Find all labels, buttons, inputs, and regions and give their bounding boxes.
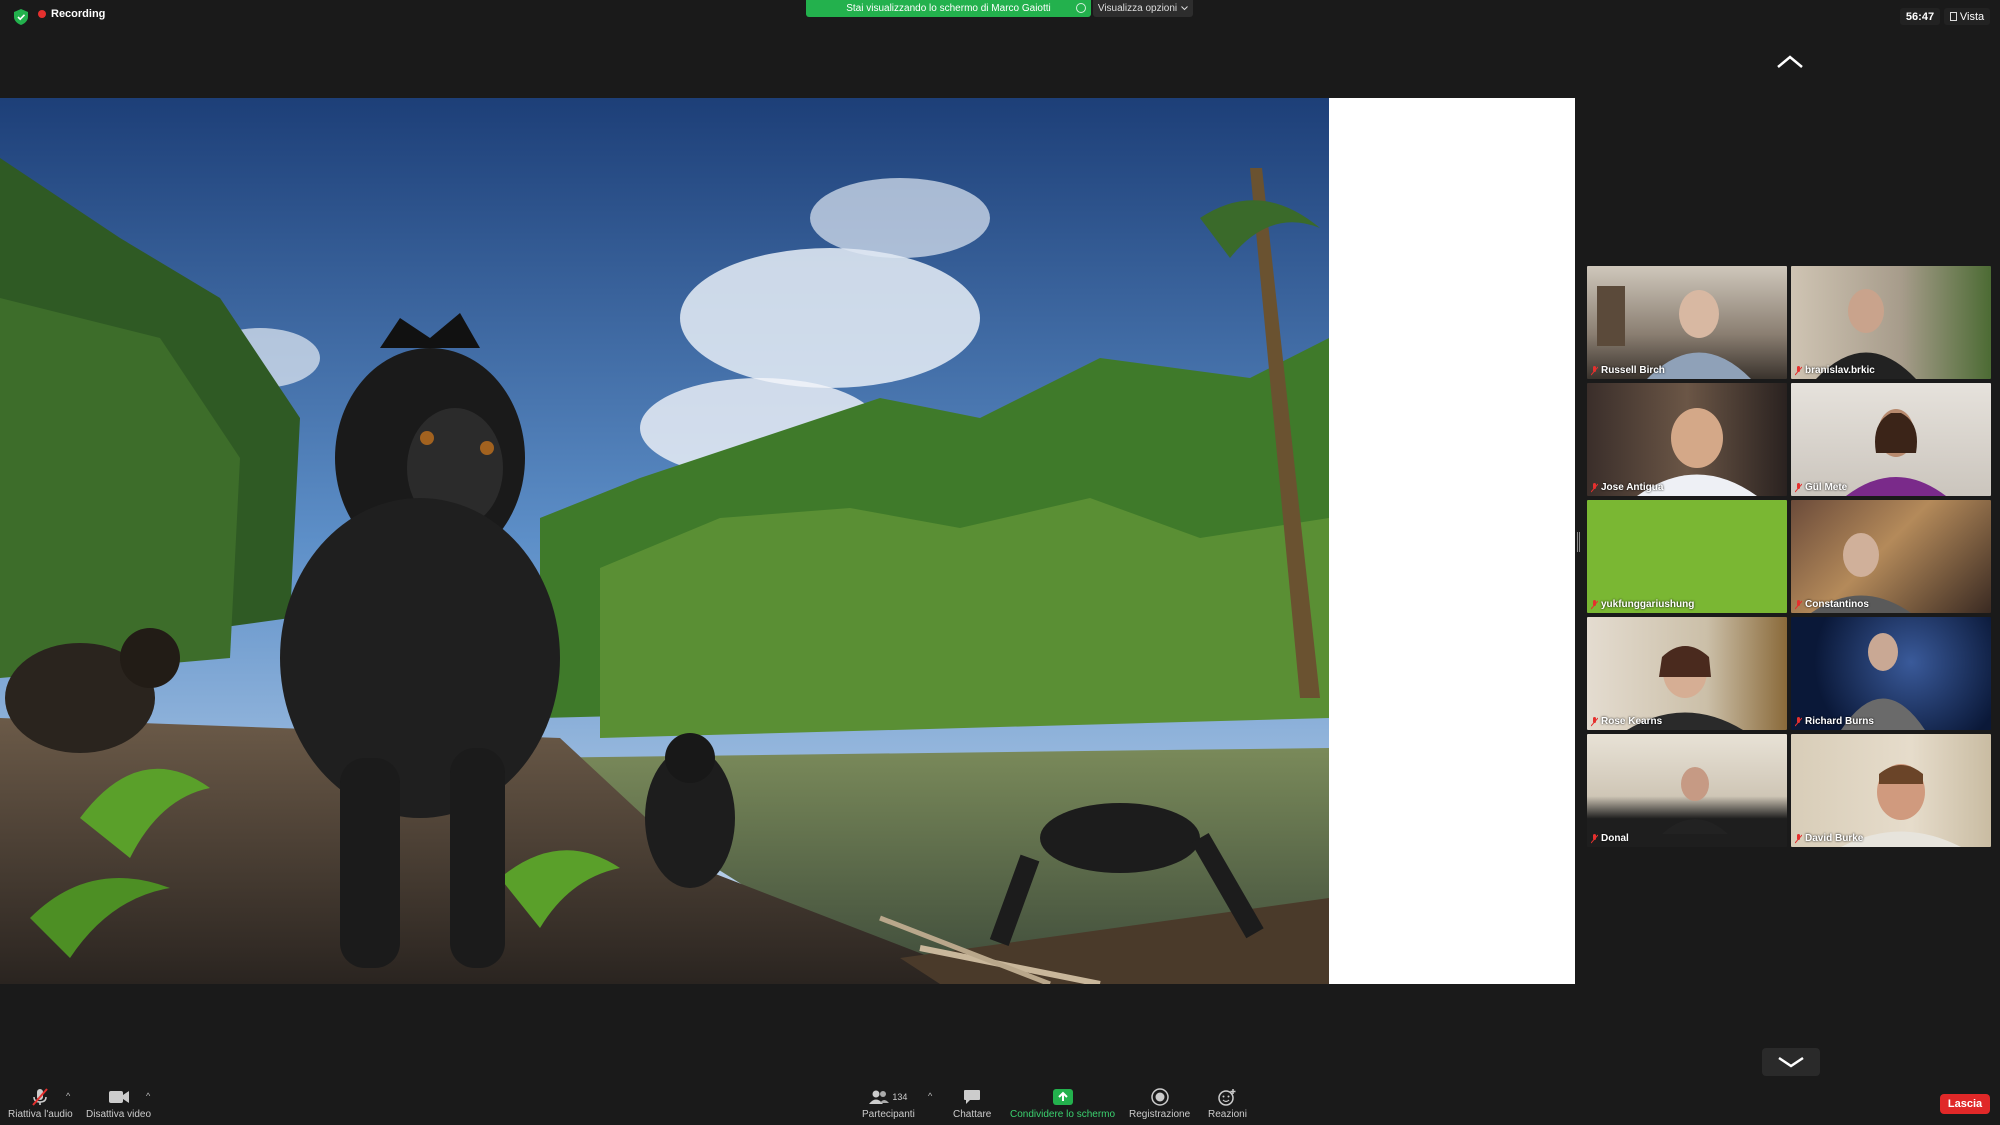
participants-button[interactable]: 134 Partecipanti: [862, 1087, 915, 1120]
record-icon: [1150, 1088, 1169, 1106]
participant-tile[interactable]: Donal: [1587, 734, 1787, 847]
shared-screen: [0, 98, 1575, 984]
unmute-button[interactable]: Riattiva l'audio: [8, 1087, 73, 1120]
gallery-scroll-up-icon[interactable]: [1774, 52, 1806, 72]
participant-video: [1841, 633, 1925, 730]
participant-tile[interactable]: branislav.brkic: [1791, 266, 1991, 379]
participant-tile[interactable]: yukfunggariushung: [1587, 500, 1787, 613]
participant-video: [1816, 289, 1916, 379]
participant-name-label: Gül Mete: [1795, 482, 1847, 493]
participant-tile[interactable]: Russell Birch: [1587, 266, 1787, 379]
participant-video: [1627, 646, 1743, 730]
participant-video: [1846, 409, 1946, 496]
participant-name-label: Jose Antigua: [1591, 482, 1663, 493]
view-label: Vista: [1959, 10, 1985, 23]
participant-tile[interactable]: Richard Burns: [1791, 617, 1991, 730]
participant-video: [1811, 533, 1911, 613]
muted-mic-icon: [1591, 833, 1598, 843]
record-label: Registrazione: [1129, 1109, 1191, 1120]
muted-mic-icon: [1795, 365, 1802, 375]
participant-tile[interactable]: Rose Kearns: [1587, 617, 1787, 730]
meeting-toolbar: Riattiva l'audio ^ Disattiva video ^ 134…: [0, 1083, 2000, 1125]
reactions-icon: [1218, 1089, 1236, 1106]
video-label: Disattiva video: [86, 1109, 152, 1120]
recording-label: Recording: [51, 8, 106, 20]
participant-gallery: Russell Birch branislav.brkic Jose Antig…: [1587, 266, 1991, 847]
top-bar: Recording Stai visualizzando lo schermo …: [0, 0, 2000, 34]
chat-label: Chattare: [953, 1109, 992, 1120]
participant-tile[interactable]: Constantinos: [1791, 500, 1991, 613]
recording-dot-icon: [38, 10, 46, 18]
screen-share-banner: Stai visualizzando lo schermo di Marco G…: [806, 0, 1091, 17]
view-options-button[interactable]: Visualizza opzioni: [1093, 0, 1193, 17]
video-options-caret-icon[interactable]: ^: [146, 1091, 150, 1101]
shared-photo-macaques: [0, 98, 1329, 984]
participant-tile[interactable]: Jose Antigua: [1587, 383, 1787, 496]
view-options-label: Visualizza opzioni: [1097, 3, 1178, 14]
muted-mic-icon: [1795, 833, 1802, 843]
muted-mic-icon: [1795, 482, 1802, 492]
view-layout-icon: [1949, 12, 1957, 21]
participants-count: 134: [892, 1092, 908, 1102]
share-banner-text: Stai visualizzando lo schermo di Marco G…: [846, 3, 1051, 14]
muted-mic-icon: [1795, 716, 1802, 726]
unmute-label: Riattiva l'audio: [8, 1109, 73, 1120]
muted-mic-icon: [1591, 365, 1598, 375]
reactions-label: Reazioni: [1208, 1109, 1247, 1120]
record-button[interactable]: Registrazione: [1129, 1087, 1190, 1120]
stop-video-button[interactable]: Disattiva video: [86, 1087, 151, 1120]
participant-name-label: branislav.brkic: [1795, 365, 1875, 376]
participant-name-label: Russell Birch: [1591, 365, 1665, 376]
chevron-down-icon: [1181, 6, 1189, 11]
audio-options-caret-icon[interactable]: ^: [66, 1091, 70, 1101]
reactions-button[interactable]: Reazioni: [1208, 1087, 1247, 1120]
participant-video: [1637, 408, 1757, 496]
share-screen-icon: [1052, 1089, 1073, 1105]
participant-name-label: Constantinos: [1795, 599, 1869, 610]
participant-tile[interactable]: Gül Mete: [1791, 383, 1991, 496]
leave-button[interactable]: Lascia: [1940, 1094, 1990, 1114]
participant-name-label: Donal: [1591, 833, 1629, 844]
muted-mic-icon: [1591, 716, 1598, 726]
participant-name-label: Rose Kearns: [1591, 716, 1662, 727]
muted-mic-icon: [1591, 482, 1598, 492]
share-screen-label: Condividere lo schermo: [1010, 1109, 1116, 1120]
chevron-down-icon: [1778, 1056, 1804, 1068]
chat-button[interactable]: Chattare: [953, 1087, 991, 1120]
gallery-scroll-down-button[interactable]: [1762, 1048, 1820, 1076]
video-camera-icon: [108, 1091, 129, 1103]
participant-name-label: Richard Burns: [1795, 716, 1874, 727]
stop-share-icon[interactable]: [1076, 3, 1086, 13]
participant-video: [1597, 286, 1751, 379]
muted-mic-icon: [1795, 599, 1802, 609]
participants-options-caret-icon[interactable]: ^: [928, 1091, 932, 1101]
shield-icon[interactable]: [14, 9, 28, 25]
view-button[interactable]: Vista: [1944, 8, 1990, 25]
panel-resize-handle[interactable]: [1577, 532, 1580, 552]
participants-icon: [869, 1090, 890, 1104]
participant-tile[interactable]: David Burke: [1791, 734, 1991, 847]
participant-video: [1662, 767, 1728, 834]
share-screen-button[interactable]: Condividere lo schermo: [1010, 1087, 1115, 1120]
muted-mic-icon: [1591, 599, 1598, 609]
recording-indicator[interactable]: Recording: [38, 8, 105, 20]
participants-label: Partecipanti: [862, 1109, 915, 1120]
meeting-timer: 56:47: [1900, 8, 1940, 25]
chat-bubble-icon: [964, 1090, 981, 1104]
participant-name-label: yukfunggariushung: [1591, 599, 1694, 610]
participant-video: [1841, 764, 1961, 847]
muted-microphone-icon: [32, 1088, 49, 1106]
participant-name-label: David Burke: [1795, 833, 1863, 844]
